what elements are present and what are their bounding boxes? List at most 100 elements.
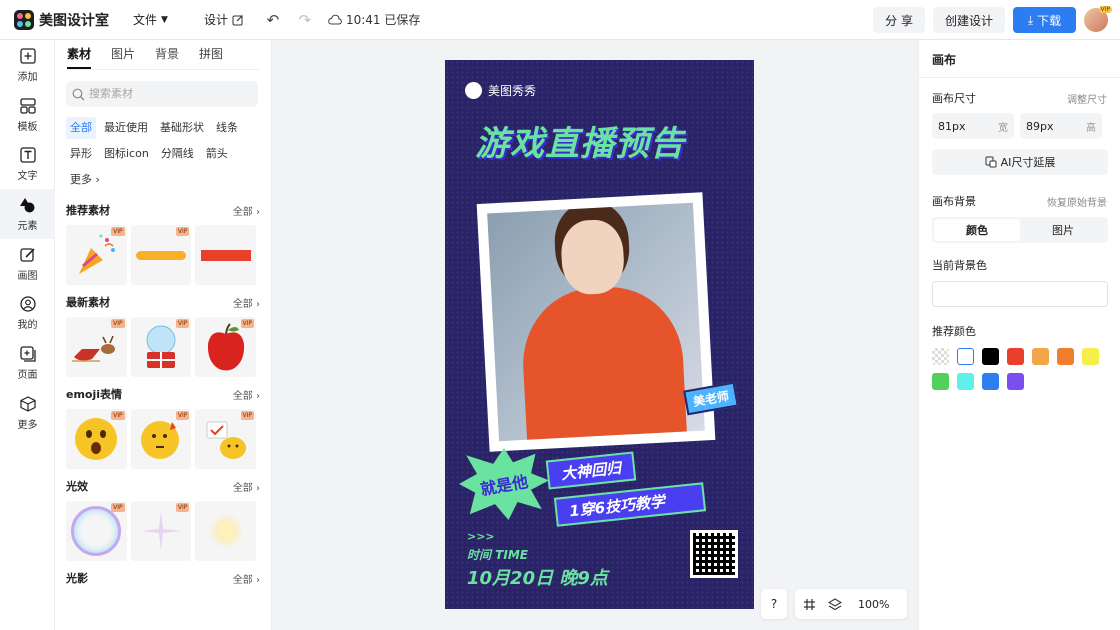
yellow-brush-stroke — [136, 250, 186, 260]
file-menu[interactable]: 文件 ▼ — [133, 11, 186, 28]
nav-item-more[interactable]: 更多 — [0, 388, 55, 438]
chip-irregular[interactable]: 异形 — [66, 143, 96, 165]
chip-dividers[interactable]: 分隔线 — [157, 143, 198, 165]
search-input[interactable] — [89, 88, 249, 100]
tab-collage[interactable]: 拼图 — [199, 45, 223, 69]
file-menu-label: 文件 — [133, 13, 158, 27]
section-title: 光影 — [66, 572, 88, 585]
chip-icons[interactable]: 图标icon — [100, 143, 153, 165]
undo-icon[interactable]: ↶ — [262, 9, 284, 31]
vip-badge: VIP — [1098, 6, 1112, 13]
color-swatch[interactable] — [1082, 348, 1099, 365]
asset-thumb-party-popper[interactable]: VIP — [66, 225, 127, 285]
nav-item-elements[interactable]: 元素 — [0, 189, 55, 239]
asset-thumb-scared-emoji[interactable]: VIP — [66, 409, 127, 469]
poster-title[interactable]: 游戏直播预告 — [475, 116, 685, 165]
snow-globe-icon — [146, 325, 176, 368]
asset-thumb-sparkle[interactable]: VIP — [130, 501, 192, 561]
bg-type-image[interactable]: 图片 — [1020, 219, 1106, 241]
draw-icon — [19, 246, 37, 264]
create-design-button[interactable]: 创建设计 — [932, 7, 1005, 33]
section-more-link[interactable]: 全部 › — [233, 571, 260, 586]
asset-thumb-bubble[interactable]: VIP — [66, 501, 127, 561]
asset-thumb-thinking-emoji[interactable]: VIP — [130, 409, 192, 469]
nav-item-page[interactable]: 页面 — [0, 338, 55, 388]
tab-backgrounds[interactable]: 背景 — [155, 45, 179, 69]
color-swatch[interactable] — [957, 373, 974, 390]
nav-item-text[interactable]: 文字 — [0, 139, 55, 189]
section-more-link[interactable]: 全部 › — [233, 203, 260, 218]
search-box[interactable] — [66, 81, 258, 107]
asset-thumb-snow-globe[interactable]: VIP — [130, 317, 192, 377]
chip-arrows[interactable]: 箭头 — [202, 143, 232, 165]
color-swatch[interactable] — [1057, 348, 1074, 365]
ai-resize-button[interactable]: AI尺寸延展 — [932, 149, 1108, 175]
section-title: 最新素材 — [66, 296, 110, 309]
section-more-link[interactable]: 全部 › — [233, 479, 260, 494]
tab-images[interactable]: 图片 — [111, 45, 135, 69]
color-swatch[interactable] — [1007, 348, 1024, 365]
chip-more[interactable]: 更多 › — [66, 169, 104, 191]
resize-link[interactable]: 调整尺寸 — [1067, 91, 1107, 106]
vip-badge: VIP — [240, 319, 255, 328]
nav-item-template[interactable]: 模板 — [0, 90, 55, 140]
canvas-size-label: 画布尺寸 — [932, 92, 976, 105]
color-swatch[interactable] — [982, 348, 999, 365]
poster-brand[interactable]: 美图秀秀 — [465, 82, 536, 99]
color-swatch[interactable] — [982, 373, 999, 390]
chick-icon — [206, 421, 246, 459]
redo-icon[interactable]: ↷ — [294, 9, 316, 31]
asset-thumb-apple[interactable]: VIP — [195, 317, 257, 377]
share-button[interactable]: 分 享 — [873, 7, 925, 33]
swatch-transparent[interactable] — [932, 348, 949, 365]
color-swatch[interactable] — [1032, 348, 1049, 365]
vip-badge: VIP — [111, 319, 125, 328]
chip-all[interactable]: 全部 — [66, 117, 96, 139]
avatar[interactable]: VIP — [1084, 6, 1112, 32]
asset-thumb-chick-emoji[interactable]: VIP — [195, 409, 257, 469]
asset-thumb-red-bar[interactable] — [195, 225, 257, 285]
layers-icon[interactable] — [828, 597, 842, 611]
app-logo[interactable]: 美图设计室 — [14, 9, 109, 30]
poster-time-block[interactable]: >>> 时间 TIME 10月20日 晚9点 — [467, 530, 608, 590]
color-swatch[interactable] — [1007, 373, 1024, 390]
qr-code[interactable] — [690, 530, 738, 578]
width-field[interactable]: 81px 宽 — [932, 113, 1014, 139]
nav-item-mine[interactable]: 我的 — [0, 288, 55, 338]
design-menu[interactable]: 设计 — [204, 11, 244, 28]
tab-materials[interactable]: 素材 — [67, 45, 92, 69]
asset-thumb-reindeer-sleigh[interactable]: VIP — [66, 317, 127, 377]
current-bg-color-field[interactable] — [932, 281, 1108, 307]
vip-badge: VIP — [175, 411, 190, 420]
reset-bg-link[interactable]: 恢复原始背景 — [1047, 194, 1107, 209]
section-title: 光效 — [66, 480, 88, 493]
panel-tabs: 素材 图片 背景 拼图 — [67, 40, 259, 70]
color-swatch[interactable] — [957, 348, 974, 365]
color-swatches — [932, 348, 1120, 398]
section-more-link[interactable]: 全部 › — [233, 295, 260, 310]
section-more-link[interactable]: 全部 › — [233, 387, 260, 402]
chip-lines[interactable]: 线条 — [212, 117, 242, 139]
burst-text: 就是他 — [478, 471, 530, 500]
download-button[interactable]: ⤓ 下载 — [1013, 7, 1076, 33]
grid-icon[interactable] — [803, 598, 816, 611]
brand-logo-icon — [465, 82, 482, 99]
color-swatch[interactable] — [932, 373, 949, 390]
help-button[interactable]: ? — [761, 589, 787, 619]
chip-basic-shapes[interactable]: 基础形状 — [156, 117, 208, 139]
asset-thumb-brush-stroke[interactable]: VIP — [130, 225, 192, 285]
download-icon: ⤓ — [1027, 12, 1034, 27]
poster-photo-frame[interactable] — [476, 192, 716, 452]
vip-badge: VIP — [175, 227, 190, 236]
chip-recent[interactable]: 最近使用 — [100, 117, 152, 139]
asset-thumb-glow[interactable] — [195, 501, 257, 561]
nav-item-add[interactable]: 添加 — [0, 40, 55, 90]
zoom-level[interactable]: 100% — [858, 598, 889, 611]
person-head — [559, 218, 626, 296]
template-icon — [19, 97, 37, 115]
canvas-area: 美图秀秀 游戏直播预告 美老师 就是他 大神回归 1穿6技巧教学 >>> 时间 … — [272, 40, 918, 630]
bg-type-color[interactable]: 颜色 — [934, 219, 1020, 241]
nav-item-draw[interactable]: 画图 — [0, 239, 55, 289]
poster-canvas[interactable]: 美图秀秀 游戏直播预告 美老师 就是他 大神回归 1穿6技巧教学 >>> 时间 … — [445, 60, 754, 609]
height-field[interactable]: 89px 高 — [1020, 113, 1102, 139]
